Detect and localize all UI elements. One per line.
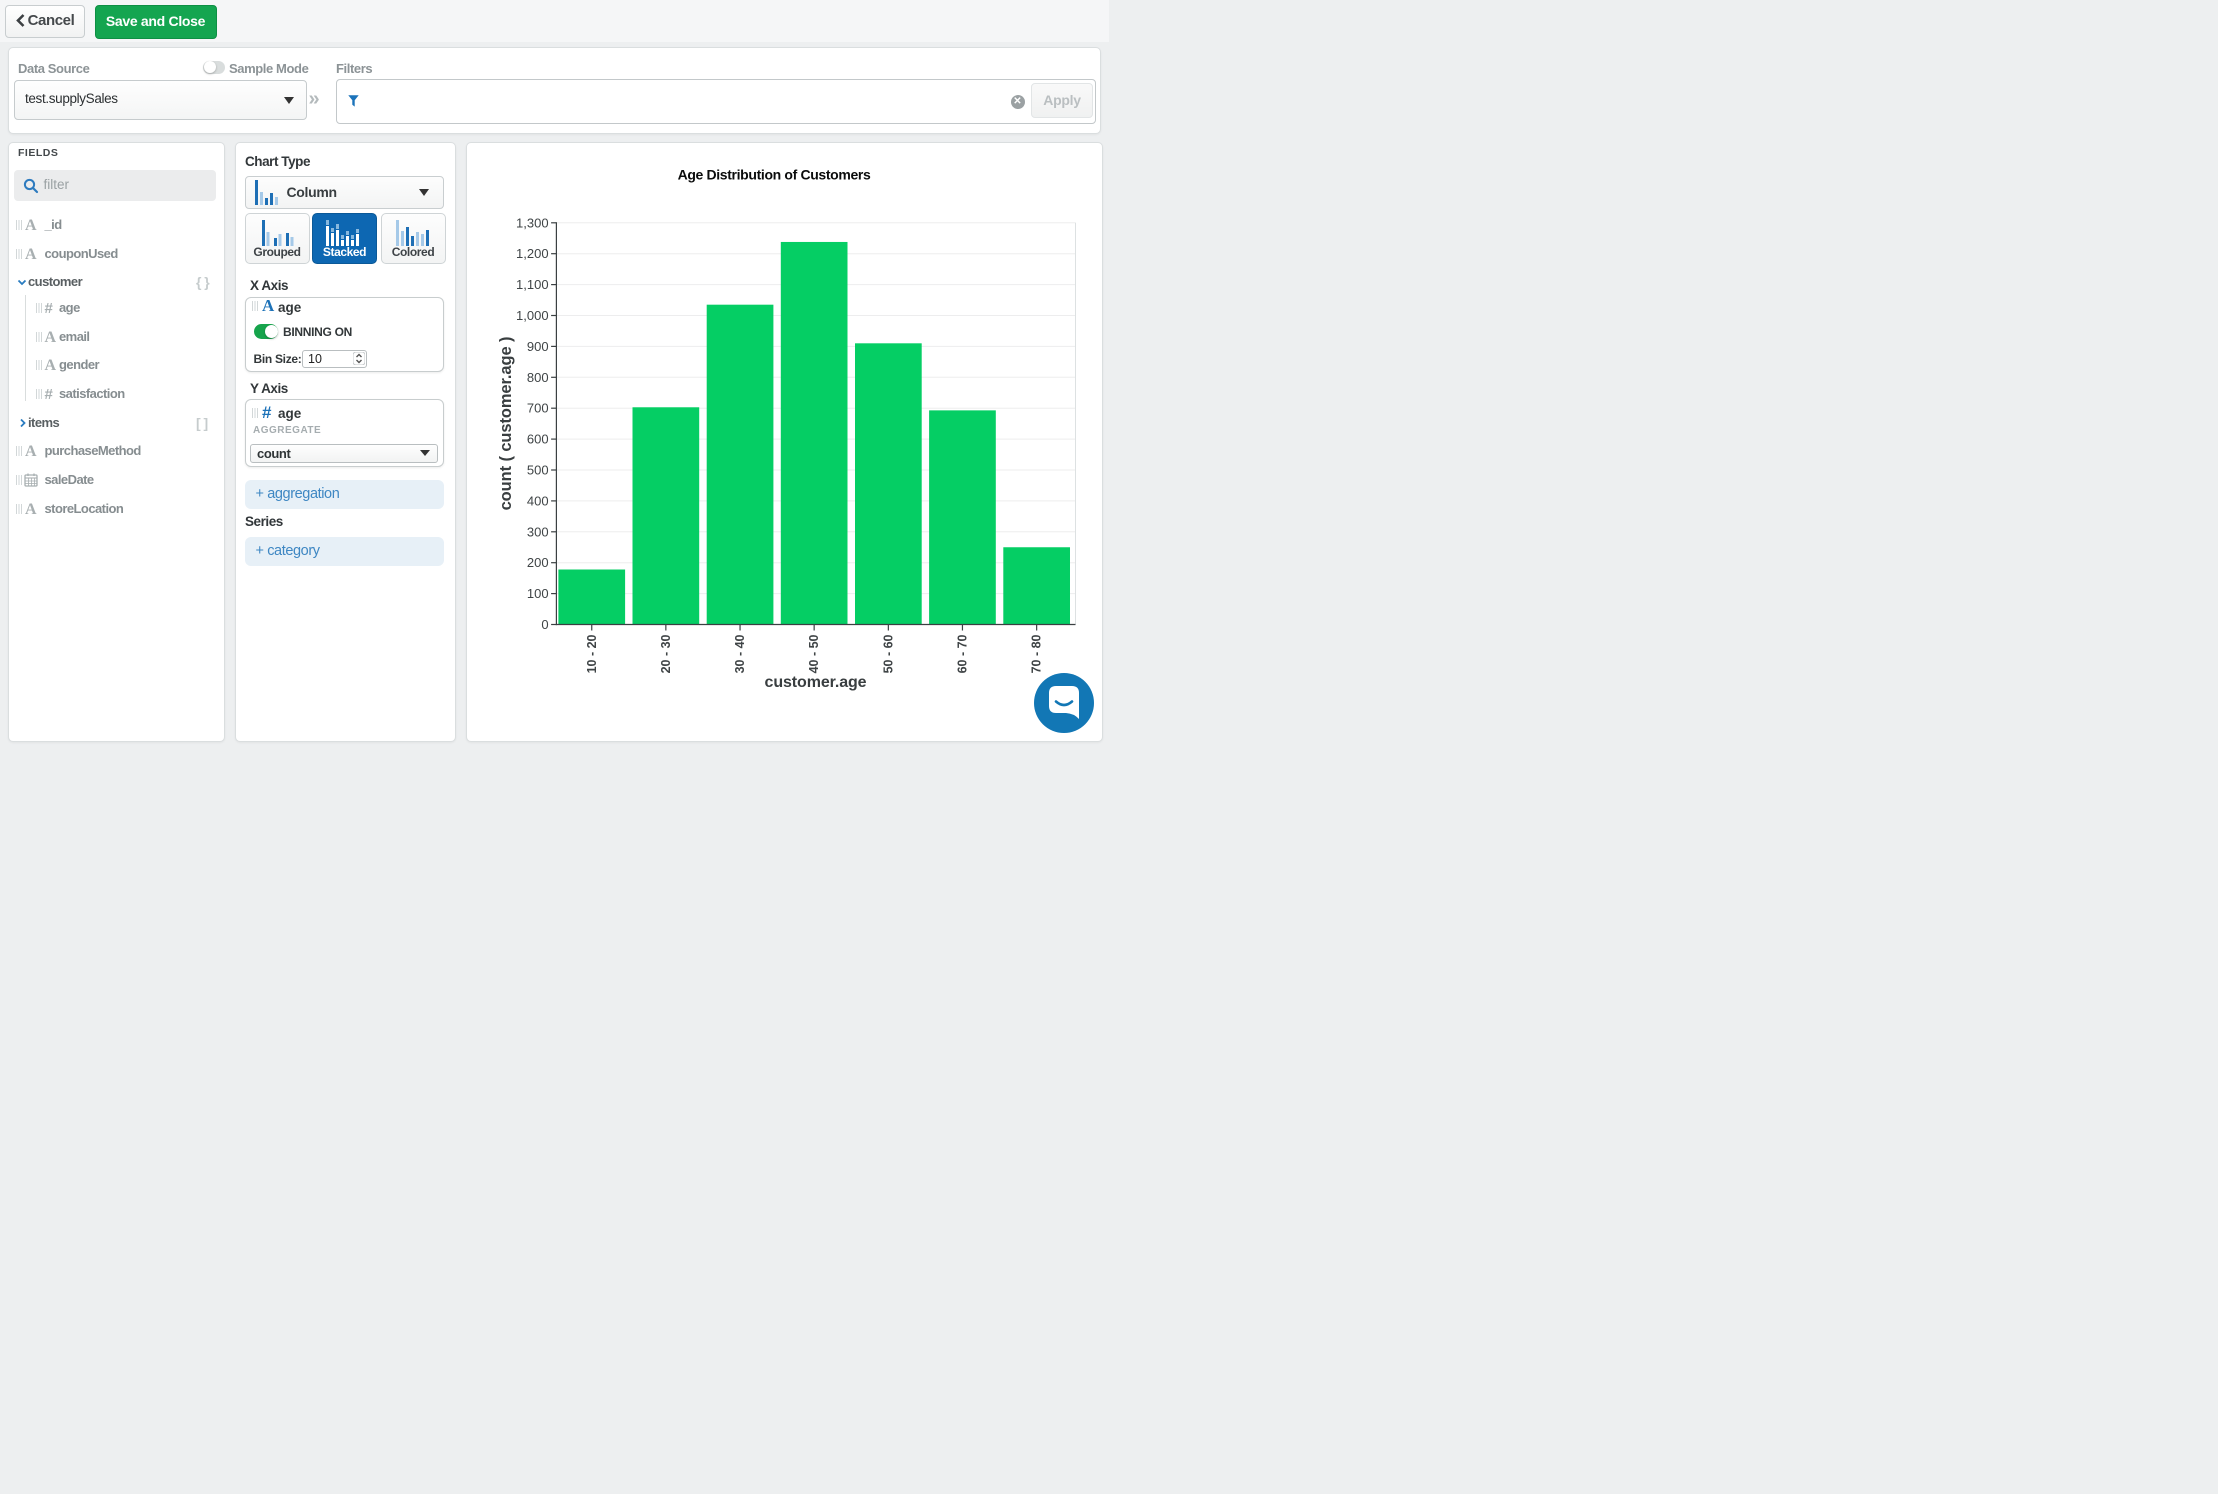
svg-text:300: 300	[527, 524, 549, 539]
svg-text:400: 400	[527, 493, 549, 508]
svg-text:900: 900	[527, 338, 549, 353]
svg-text:1,300: 1,300	[516, 215, 549, 230]
svg-text:Age Distribution of Customers: Age Distribution of Customers	[678, 166, 871, 182]
svg-text:600: 600	[527, 431, 549, 446]
svg-text:20 - 30: 20 - 30	[659, 634, 673, 673]
svg-text:60 - 70: 60 - 70	[955, 634, 969, 673]
svg-text:0: 0	[541, 617, 548, 632]
svg-text:700: 700	[527, 400, 549, 415]
svg-text:50 - 60: 50 - 60	[881, 634, 895, 673]
svg-text:800: 800	[527, 369, 549, 384]
svg-text:40 - 50: 40 - 50	[807, 634, 821, 673]
svg-text:customer.age: customer.age	[765, 674, 867, 691]
svg-text:30 - 40: 30 - 40	[733, 634, 747, 673]
svg-text:100: 100	[527, 586, 549, 601]
svg-text:1,100: 1,100	[516, 277, 549, 292]
svg-text:200: 200	[527, 555, 549, 570]
svg-text:1,000: 1,000	[516, 308, 549, 323]
svg-text:10 - 20: 10 - 20	[585, 634, 599, 673]
svg-text:1,200: 1,200	[516, 246, 549, 261]
svg-text:70 - 80: 70 - 80	[1030, 634, 1044, 673]
svg-text:count ( customer.age ): count ( customer.age )	[497, 336, 515, 510]
svg-text:500: 500	[527, 462, 549, 477]
